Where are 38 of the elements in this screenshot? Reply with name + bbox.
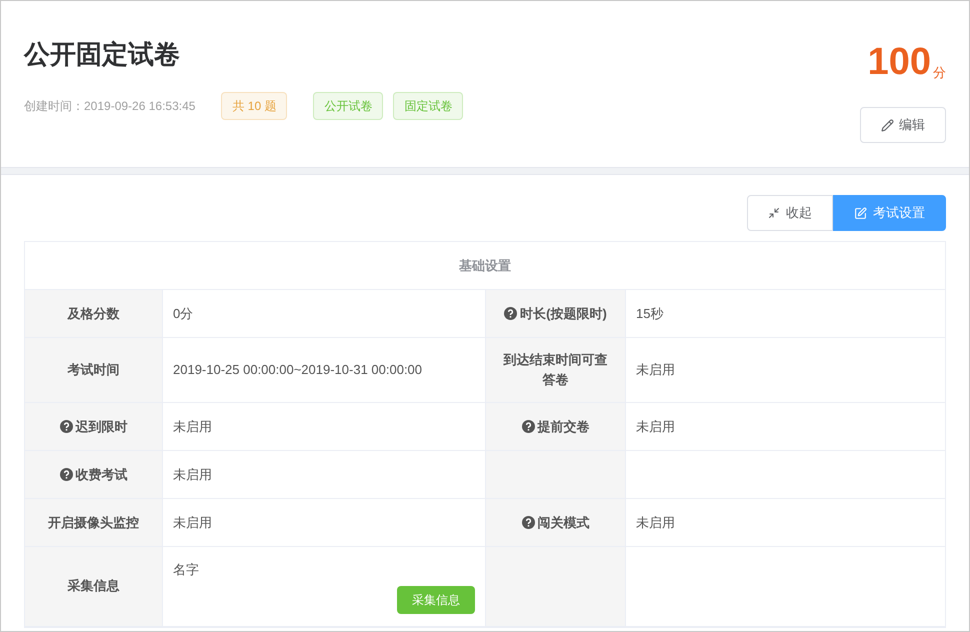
setting-value: 未启用 (636, 361, 676, 380)
tag: 公开试卷 (313, 92, 384, 120)
setting-label: 采集信息 (68, 577, 120, 596)
pencil-icon (881, 118, 894, 132)
help-icon (504, 307, 518, 320)
edit-button[interactable]: 编辑 (860, 107, 946, 143)
setting-label: 闯关模式 (538, 514, 590, 532)
setting-value: 未启用 (636, 514, 676, 532)
created-time: 创建时间：2019-09-26 16:53:45 (24, 98, 196, 115)
tag: 固定试卷 (393, 92, 464, 120)
setting-label: 到达结束时间可查答卷 (502, 351, 608, 389)
collapse-icon (768, 207, 780, 219)
setting-value: 15秒 (636, 304, 664, 323)
setting-label: 开启摄像头监控 (48, 514, 139, 532)
setting-label: 及格分数 (68, 304, 120, 322)
setting-value: 未启用 (173, 466, 213, 484)
help-icon (60, 468, 72, 481)
setting-value: 未启用 (173, 418, 213, 436)
table-title: 基础设置 (459, 256, 511, 275)
setting-value: 2019-10-25 00:00:00~2019-10-31 00:00:00 (173, 361, 424, 380)
score-unit: 分 (933, 64, 946, 82)
exam-title: 公开固定试卷 (24, 38, 181, 71)
help-icon (522, 516, 534, 529)
help-icon (522, 420, 534, 433)
setting-label: 提前交卷 (538, 418, 590, 436)
setting-value: 名字 (173, 561, 200, 579)
setting-label: 时长(按题限时) (520, 304, 607, 323)
setting-value: 未启用 (173, 514, 213, 532)
tag: 共 10 题 (221, 92, 288, 120)
setting-label: 考试时间 (68, 361, 120, 379)
collapse-button[interactable]: 收起 (747, 195, 833, 231)
setting-label: 迟到限时 (76, 418, 128, 436)
setting-label: 收费考试 (76, 466, 128, 484)
help-icon (60, 420, 72, 433)
total-score: 100 (868, 42, 931, 82)
setting-value: 未启用 (636, 418, 676, 436)
setting-value: 0分 (173, 304, 194, 323)
edit-square-icon (854, 206, 867, 220)
